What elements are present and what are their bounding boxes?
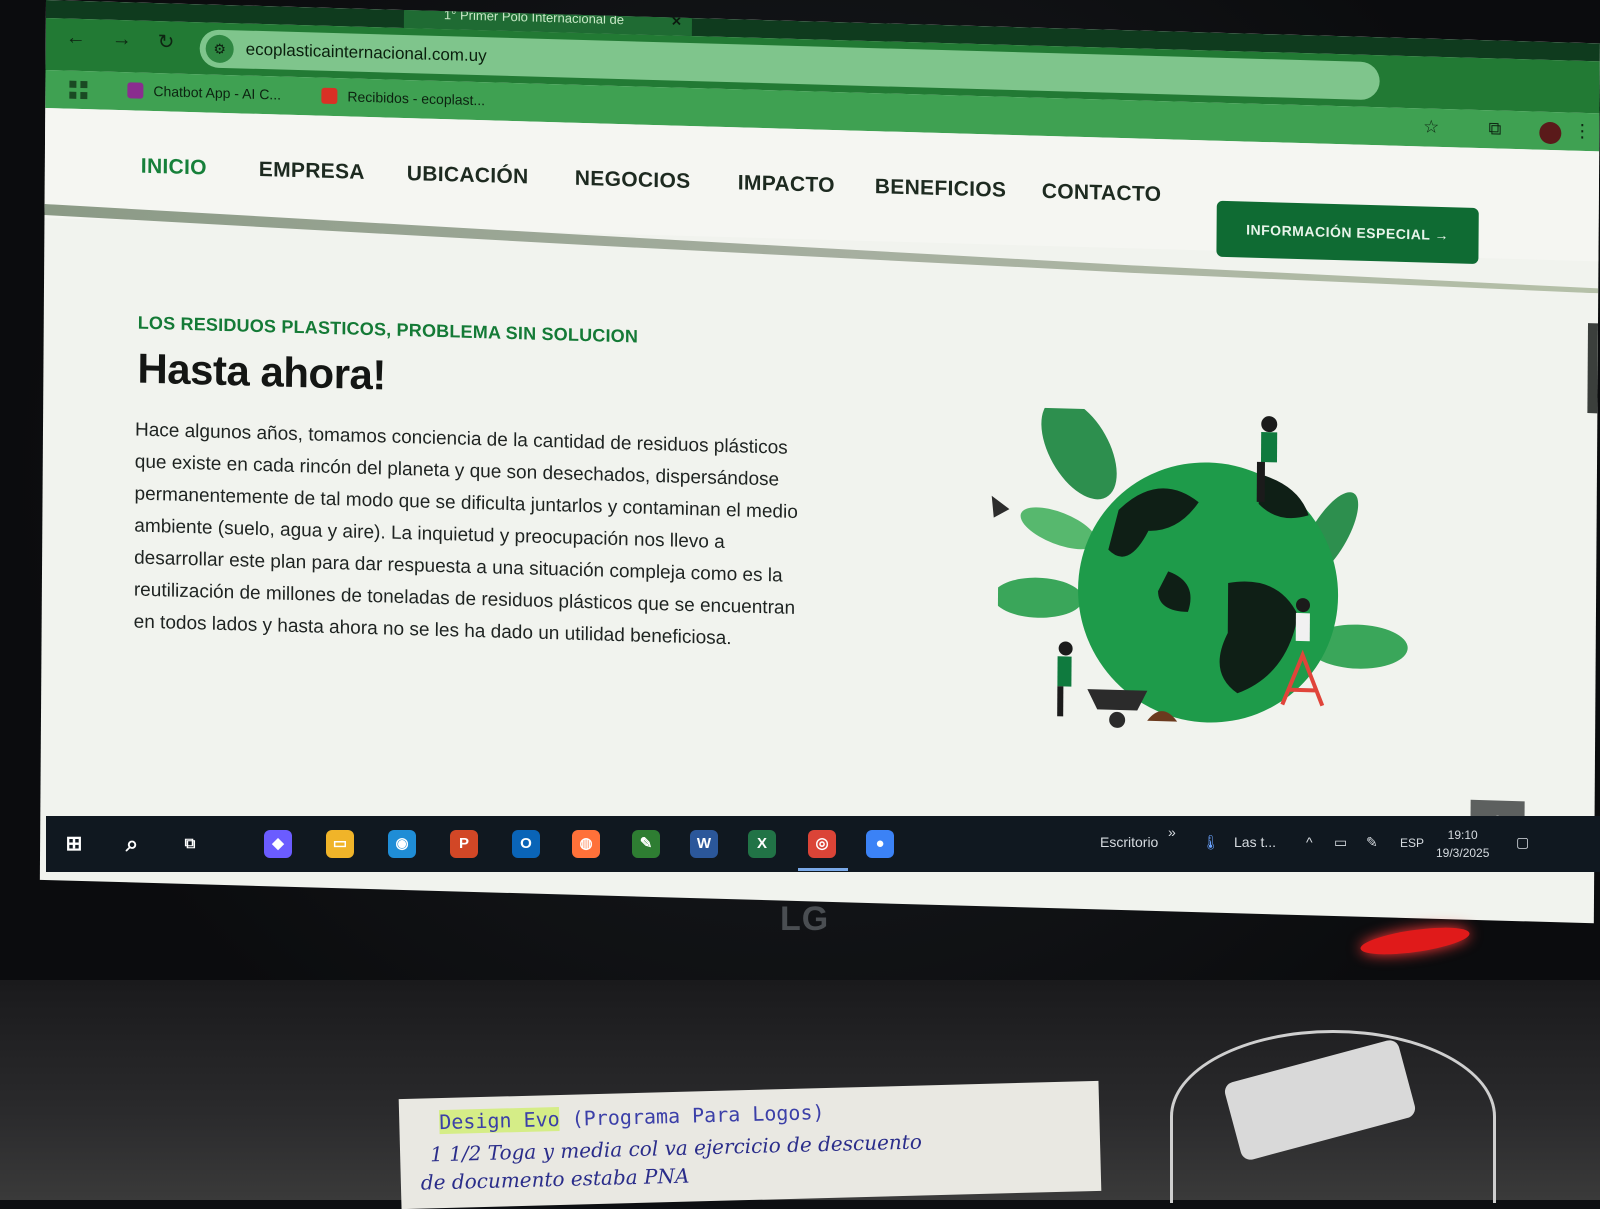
forward-arrow-icon[interactable]: → (112, 28, 132, 52)
notification-icon[interactable]: ▢ (1516, 834, 1529, 851)
reload-icon[interactable]: ↻ (158, 29, 175, 54)
bookmark-gmail[interactable]: Recibidos - ecoplast... (321, 87, 486, 109)
monitor: 1° Primer Polo Internacional de ✕ ← → ↻ … (0, 0, 1600, 1209)
close-tab-icon[interactable]: ✕ (671, 11, 682, 31)
note-highlight: Design Evo (438, 1106, 560, 1135)
nav-empresa[interactable]: EMPRESA (259, 158, 365, 185)
hero-headline: Hasta ahora! (137, 344, 387, 399)
note-line-1-rest: (Programa Para Logos) (559, 1100, 825, 1131)
lg-logo: LG (780, 900, 830, 938)
active-app-indicator (798, 868, 848, 871)
site-info-icon[interactable]: ⚙ (205, 34, 234, 64)
bookmark-star-icon[interactable]: ☆ (1423, 116, 1439, 137)
task-view-icon[interactable]: ⧉ (176, 830, 204, 858)
screen: 1° Primer Polo Internacional de ✕ ← → ↻ … (39, 0, 1600, 924)
apps-grid-icon[interactable] (69, 80, 88, 100)
search-icon[interactable]: ⌕ (118, 830, 146, 858)
nav-ubicacion[interactable]: UBICACIÓN (407, 162, 529, 189)
nav-negocios[interactable]: NEGOCIOS (575, 167, 691, 194)
tab-title: 1° Primer Polo Internacional de (443, 7, 625, 28)
blue-app-icon[interactable]: ● (866, 830, 894, 858)
network-icon[interactable]: ▭ (1334, 834, 1347, 851)
bookmark-label: Chatbot App - AI C... (153, 83, 282, 103)
excel-icon[interactable]: X (748, 830, 776, 858)
extensions-icon[interactable]: ⧉ (1488, 118, 1501, 139)
pen-icon[interactable]: ✎ (1366, 834, 1378, 851)
hero-paragraph: Hace algunos años, tomamos conciencia de… (133, 419, 798, 650)
weather-label[interactable]: Las t... (1234, 834, 1276, 850)
url-text: ecoplasticainternacional.com.uy (245, 39, 487, 66)
copilot-icon[interactable]: ◆ (264, 830, 292, 858)
chevron-right-icon[interactable]: » (1168, 824, 1176, 840)
nav-beneficios[interactable]: BENEFICIOS (875, 175, 1007, 203)
thermometer-icon: 🌡 (1202, 834, 1220, 850)
clock-time: 19:10 (1447, 828, 1478, 842)
windows-start-icon[interactable]: ⊞ (60, 830, 88, 858)
chatbot-favicon-icon (127, 82, 144, 99)
language-indicator[interactable]: ESP (1400, 836, 1424, 850)
note-line-1: Design Evo (Programa Para Logos) (438, 1100, 825, 1135)
nav-impacto[interactable]: IMPACTO (738, 171, 835, 198)
powerpoint-icon[interactable]: P (450, 830, 478, 858)
gmail-favicon-icon (321, 87, 338, 105)
page-scrollbar[interactable] (1587, 323, 1599, 414)
profile-avatar[interactable] (1539, 121, 1562, 145)
informacion-especial-button[interactable]: INFORMACIÓN ESPECIAL → (1216, 200, 1479, 265)
edge-icon[interactable]: ◉ (388, 830, 416, 858)
windows-taskbar: ⊞ ⌕ ⧉ ◆ ▭ ◉ P O ◍ ✎ W X ◎ ● Escritorio »… (46, 816, 1600, 872)
red-light-glare (1359, 922, 1471, 960)
chrome-icon[interactable]: ◎ (808, 830, 836, 858)
bookmark-chatbot[interactable]: Chatbot App - AI C... (127, 82, 282, 103)
nav-contacto[interactable]: CONTACTO (1042, 180, 1162, 207)
note-line-3: de documento estaba PNA (420, 1163, 690, 1195)
hero-eyebrow: LOS RESIDUOS PLASTICOS, PROBLEMA SIN SOL… (137, 312, 639, 347)
globe-illustration (997, 406, 1408, 728)
bookmark-label: Recibidos - ecoplast... (347, 88, 486, 109)
nav-inicio[interactable]: INICIO (141, 155, 207, 181)
outlook-icon[interactable]: O (512, 830, 540, 858)
word-icon[interactable]: W (690, 830, 718, 858)
file-explorer-icon[interactable]: ▭ (326, 830, 354, 858)
clock-date: 19/3/2025 (1436, 846, 1490, 860)
pen-app-icon[interactable]: ✎ (632, 830, 660, 858)
note-line-2: 1 1/2 Toga y media col va ejercicio de d… (429, 1129, 923, 1167)
back-arrow-icon[interactable]: ← (66, 27, 86, 51)
handwritten-note: Design Evo (Programa Para Logos) 1 1/2 T… (398, 1080, 1102, 1209)
firefox-icon[interactable]: ◍ (572, 830, 600, 858)
clock[interactable]: 19:10 19/3/2025 (1436, 826, 1489, 862)
menu-kebab-icon[interactable]: ⋮ (1573, 121, 1591, 142)
desktop-toolbar-label[interactable]: Escritorio (1100, 834, 1158, 850)
chevron-up-icon[interactable]: ^ (1306, 834, 1313, 850)
